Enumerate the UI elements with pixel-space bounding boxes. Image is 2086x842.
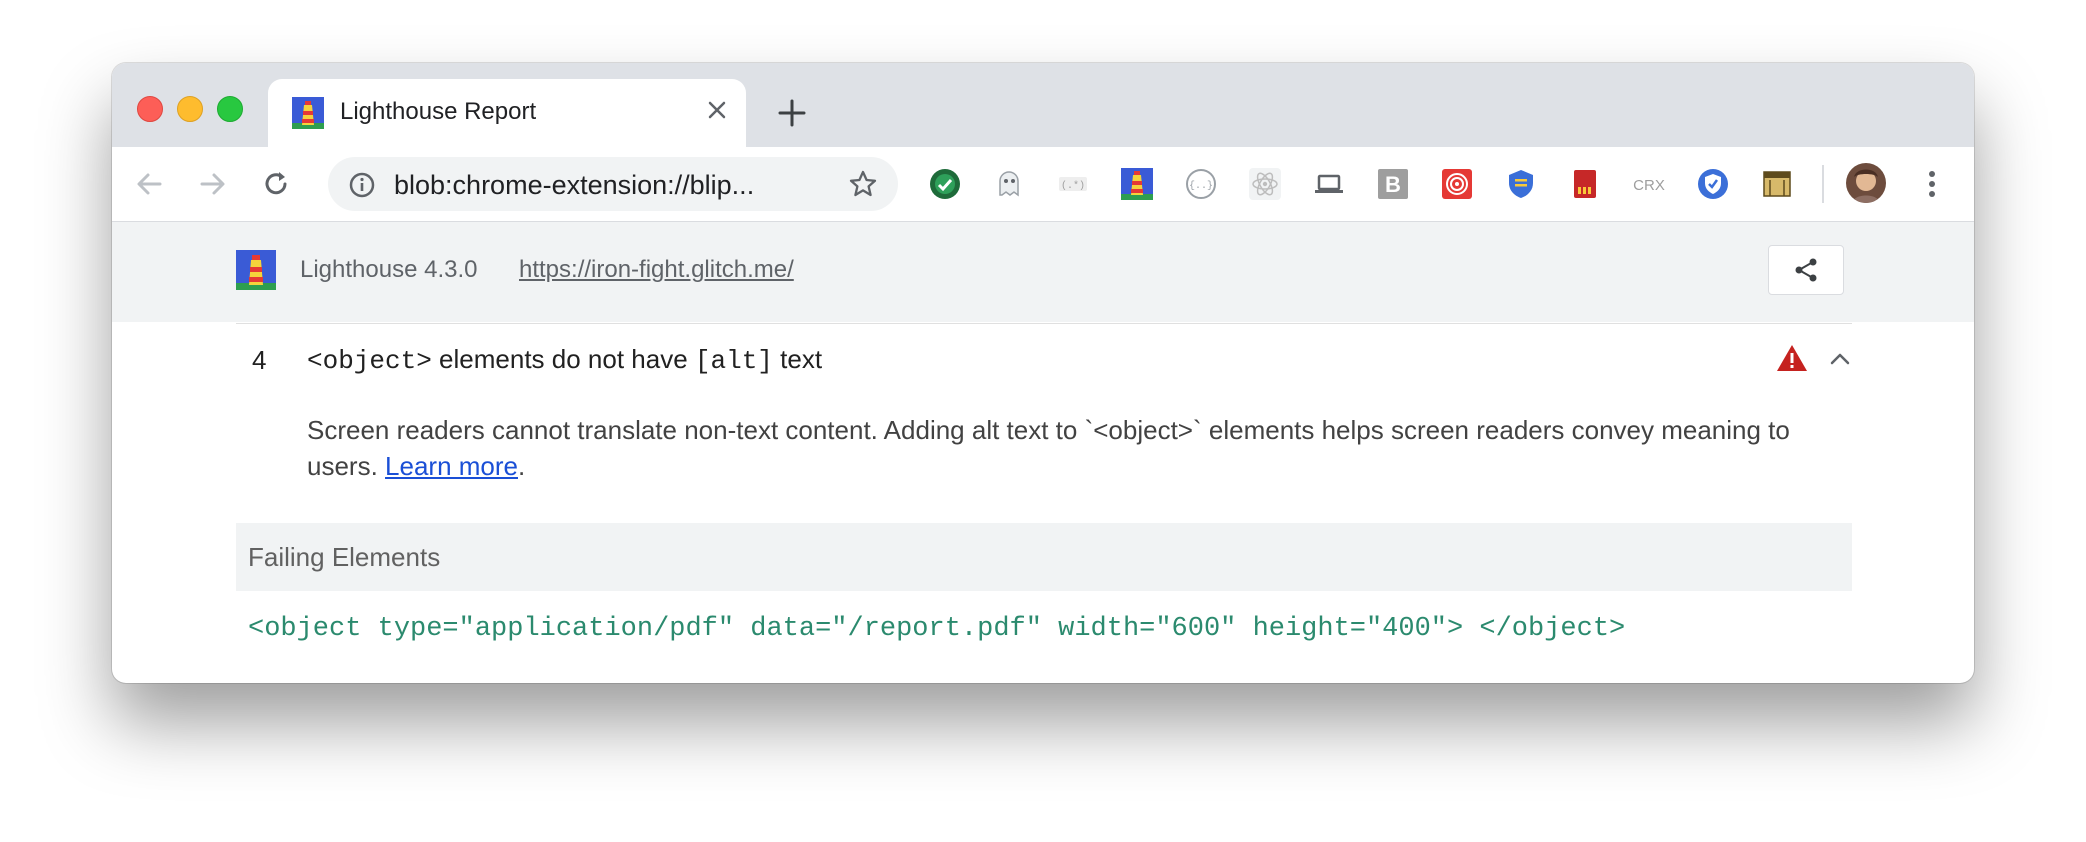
audit-description: Screen readers cannot translate non-text…	[307, 412, 1847, 484]
audited-url-link[interactable]: https://iron-fight.glitch.me/	[519, 256, 794, 284]
lighthouse-version: Lighthouse 4.3.0	[300, 256, 478, 283]
fail-warning-icon	[1777, 345, 1807, 371]
back-icon[interactable]	[132, 167, 166, 201]
audit-index: 4	[252, 345, 267, 375]
info-icon[interactable]	[348, 171, 376, 199]
browser-window: Lighthouse Report blob:chrome-extension:…	[112, 63, 1974, 683]
ghost-icon[interactable]	[992, 167, 1026, 201]
crx-icon[interactable]: CRX	[1632, 167, 1666, 201]
bookmark-star-icon[interactable]	[848, 169, 878, 199]
failing-elements-header: Failing Elements	[236, 523, 1852, 591]
tab-title: Lighthouse Report	[340, 98, 537, 125]
close-window-button[interactable]	[137, 96, 163, 122]
reload-icon[interactable]	[259, 167, 293, 201]
audit-title-middle: elements do not have	[431, 344, 695, 374]
failing-elements-label: Failing Elements	[248, 542, 441, 572]
svg-text:(.*): (.*)	[1061, 180, 1085, 192]
lighthouse-icon[interactable]	[1120, 167, 1154, 201]
audit-description-end: .	[518, 451, 526, 481]
profile-avatar[interactable]	[1846, 163, 1886, 203]
browser-toolbar: blob:chrome-extension://blip... (.*) {..…	[112, 147, 1974, 222]
vpn-shield-icon[interactable]	[1696, 167, 1730, 201]
audit-description-text: Screen readers cannot translate non-text…	[307, 415, 1790, 481]
failing-element-snippet: <object type="application/pdf" data="/re…	[248, 614, 1626, 644]
toolbar-separator	[1822, 165, 1824, 203]
close-icon[interactable]	[702, 95, 732, 125]
share-icon	[1795, 258, 1817, 282]
lighthouse-icon	[292, 97, 324, 129]
react-icon[interactable]	[1248, 167, 1282, 201]
lighthouse-logo-icon	[236, 250, 276, 290]
check-icon[interactable]	[928, 167, 962, 201]
new-tab-icon[interactable]	[774, 95, 810, 131]
sd-card-icon[interactable]	[1568, 167, 1602, 201]
json-icon[interactable]: {..}	[1184, 167, 1218, 201]
address-bar[interactable]: blob:chrome-extension://blip...	[328, 157, 898, 211]
url-text: blob:chrome-extension://blip...	[394, 170, 755, 200]
lighthouse-topbar: Lighthouse 4.3.0 https://iron-fight.glit…	[112, 222, 1974, 322]
laptop-icon[interactable]	[1312, 167, 1346, 201]
audit-title-alt-code: [alt]	[694, 346, 773, 376]
share-button[interactable]	[1768, 245, 1844, 295]
svg-text:B: B	[1385, 172, 1401, 197]
learn-more-link[interactable]: Learn more	[385, 451, 518, 481]
zoom-window-button[interactable]	[217, 96, 243, 122]
shield-icon[interactable]	[1504, 167, 1538, 201]
clapperboard-icon[interactable]	[1760, 167, 1794, 201]
minimize-window-button[interactable]	[177, 96, 203, 122]
kebab-menu-icon[interactable]	[1922, 167, 1942, 201]
tab-strip: Lighthouse Report	[112, 63, 1974, 147]
divider	[236, 323, 1852, 324]
forward-icon[interactable]	[196, 167, 230, 201]
tab-lighthouse-report[interactable]: Lighthouse Report	[268, 79, 746, 147]
audit-title-suffix: text	[772, 344, 823, 374]
svg-text:CRX: CRX	[1633, 177, 1665, 194]
audit-title-object-code: <object>	[307, 346, 432, 376]
spiral-icon[interactable]	[1440, 167, 1474, 201]
svg-text:{..}: {..}	[1189, 180, 1213, 192]
audit-title[interactable]: <object> elements do not have [alt] text	[307, 344, 822, 376]
audit-content: 4 <object> elements do not have [alt] te…	[236, 323, 1852, 683]
chevron-up-icon[interactable]	[1826, 345, 1854, 373]
b-icon[interactable]: B	[1376, 167, 1410, 201]
regex-icon[interactable]: (.*)	[1056, 167, 1090, 201]
